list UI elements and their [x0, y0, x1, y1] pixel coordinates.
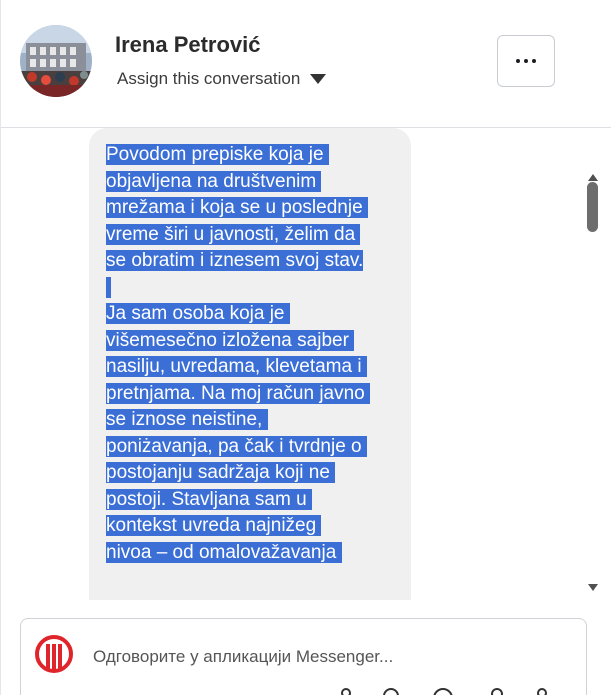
message-line: se iznose neistine,: [106, 409, 268, 430]
reply-prompt-text: Одговорите у апликацији Messenger...: [93, 647, 394, 666]
message-bubble[interactable]: Povodom prepiske koja je objavljena na d…: [89, 128, 411, 600]
assign-conversation-dropdown[interactable]: Assign this conversation: [117, 66, 327, 92]
message-thread: Povodom prepiske koja je objavljena na d…: [1, 128, 611, 600]
message-line: postojanju sadržaja koji ne: [106, 462, 336, 483]
message-line: poniżavanja, pa čak i tvrdnje o: [106, 435, 367, 457]
avatar-photo: [20, 25, 92, 97]
message-line: objavljena na društvenim: [106, 170, 322, 192]
emoji-icon[interactable]: [383, 688, 399, 695]
messenger-conversation-panel: Irena Petrović Assign this conversation …: [0, 0, 611, 695]
message-line: mrežama i koja se u poslednje: [106, 197, 368, 218]
message-line: [106, 275, 397, 302]
message-line: nasilju, uvredama, klevetama i: [106, 356, 367, 377]
scroll-down-arrow-icon[interactable]: [588, 584, 598, 591]
conversation-header: Irena Petrović Assign this conversation: [1, 0, 611, 128]
assign-conversation-label: Assign this conversation: [117, 69, 301, 88]
thread-scrollbar[interactable]: [585, 172, 601, 597]
like-icon[interactable]: [491, 688, 503, 695]
composer-toolbar: [331, 688, 571, 695]
message-line: nivoa – od omalovažavanja: [106, 541, 342, 563]
message-line: vreme širi u javnosti, želim da: [106, 223, 361, 245]
contact-name[interactable]: Irena Petrović: [115, 32, 261, 58]
message-line: kontekst uvreda najnižeg: [106, 515, 322, 536]
message-line: višemesečno izložena sajber: [106, 329, 355, 351]
scroll-thumb[interactable]: [587, 182, 598, 232]
message-line: pretnjama. Na moj račun javno: [106, 382, 371, 404]
message-line: Ja sam osoba koja je: [106, 303, 290, 324]
message-text: Povodom prepiske koja je objavljena na d…: [106, 142, 397, 566]
attach-icon[interactable]: [341, 688, 351, 695]
gif-icon[interactable]: [433, 688, 453, 695]
messenger-logo-icon: [35, 635, 73, 673]
scroll-up-arrow-icon[interactable]: [588, 174, 598, 181]
message-line: postoji. Stavljana sam u: [106, 488, 312, 510]
send-icon[interactable]: [537, 688, 547, 695]
message-line: se obratim i iznesem svoj stav.: [106, 250, 364, 271]
more-options-button[interactable]: [497, 35, 555, 87]
message-line: Povodom prepiske koja je: [106, 144, 329, 165]
more-dots-icon: [516, 59, 536, 63]
reply-in-messenger-bar[interactable]: Одговорите у апликацији Messenger...: [20, 618, 587, 695]
chevron-down-icon: [310, 74, 327, 84]
avatar[interactable]: [20, 25, 92, 97]
